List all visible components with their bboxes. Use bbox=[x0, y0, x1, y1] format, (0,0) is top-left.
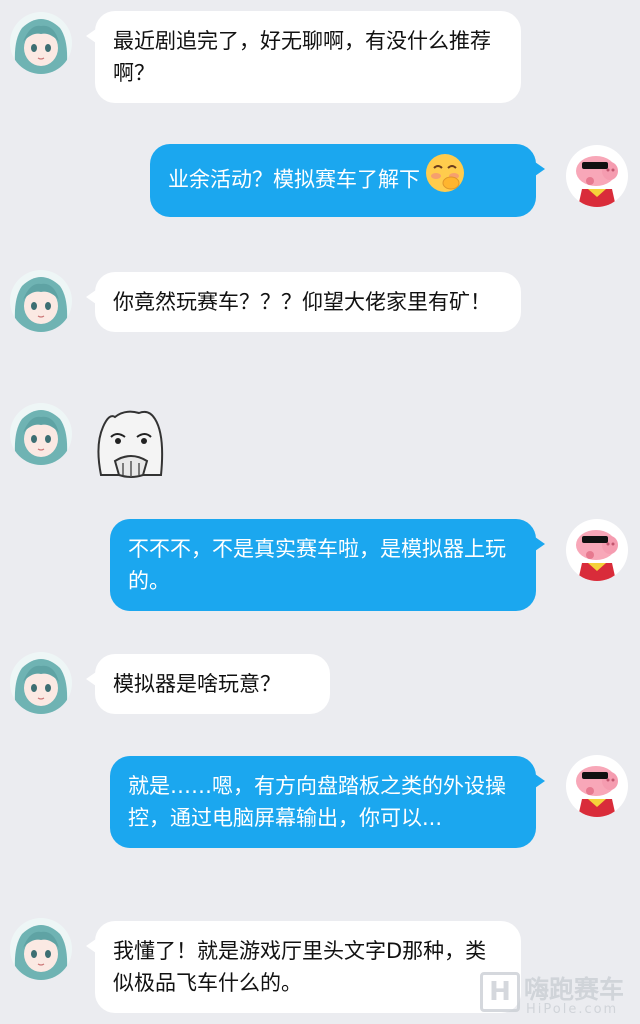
contact-avatar[interactable] bbox=[10, 403, 72, 465]
contact-avatar[interactable] bbox=[10, 652, 72, 714]
message-text: 业余活动？模拟赛车了解下 bbox=[168, 167, 420, 192]
message-text: 模拟器是啥玩意？ bbox=[113, 672, 281, 696]
message-bubble-outgoing[interactable]: 业余活动？模拟赛车了解下 bbox=[150, 144, 545, 217]
message-text: 不不不，不是真实赛车啦，是模拟器上玩的。 bbox=[128, 537, 506, 593]
user-avatar[interactable] bbox=[566, 519, 628, 581]
message-text: 我懂了！就是游戏厅里头文字D那种，类似极品飞车什么的。 bbox=[113, 939, 487, 995]
message-bubble-outgoing[interactable]: 不不不，不是真实赛车啦，是模拟器上玩的。 bbox=[110, 519, 545, 611]
shocked-face-sticker[interactable] bbox=[95, 405, 167, 483]
contact-avatar[interactable] bbox=[10, 270, 72, 332]
message-bubble-incoming[interactable]: 最近剧追完了，好无聊啊，有没什么推荐啊？ bbox=[86, 11, 521, 103]
message-bubble-incoming[interactable]: 你竟然玩赛车？？？仰望大佬家里有矿！ bbox=[86, 272, 521, 332]
message-bubble-outgoing[interactable]: 就是……嗯，有方向盘踏板之类的外设操控，通过电脑屏幕输出，你可以... bbox=[110, 756, 545, 848]
contact-avatar[interactable] bbox=[10, 12, 72, 74]
watermark-title: 嗨跑赛车 bbox=[524, 975, 625, 1004]
message-text: 就是……嗯，有方向盘踏板之类的外设操控，通过电脑屏幕输出，你可以... bbox=[128, 774, 506, 830]
message-bubble-incoming[interactable]: 我懂了！就是游戏厅里头文字D那种，类似极品飞车什么的。 bbox=[86, 921, 521, 1013]
blushing-emoji-icon bbox=[424, 152, 466, 203]
user-avatar[interactable] bbox=[566, 755, 628, 817]
contact-avatar[interactable] bbox=[10, 918, 72, 980]
message-text: 你竟然玩赛车？？？仰望大佬家里有矿！ bbox=[113, 290, 491, 314]
user-avatar[interactable] bbox=[566, 145, 628, 207]
message-bubble-incoming[interactable]: 模拟器是啥玩意？ bbox=[86, 654, 330, 714]
watermark: H 嗨跑赛车 HiPole.com bbox=[480, 970, 638, 1020]
message-text: 最近剧追完了，好无聊啊，有没什么推荐啊？ bbox=[113, 29, 491, 85]
watermark-domain: HiPole.com bbox=[526, 1002, 619, 1017]
watermark-logo-icon: H bbox=[480, 972, 520, 1012]
